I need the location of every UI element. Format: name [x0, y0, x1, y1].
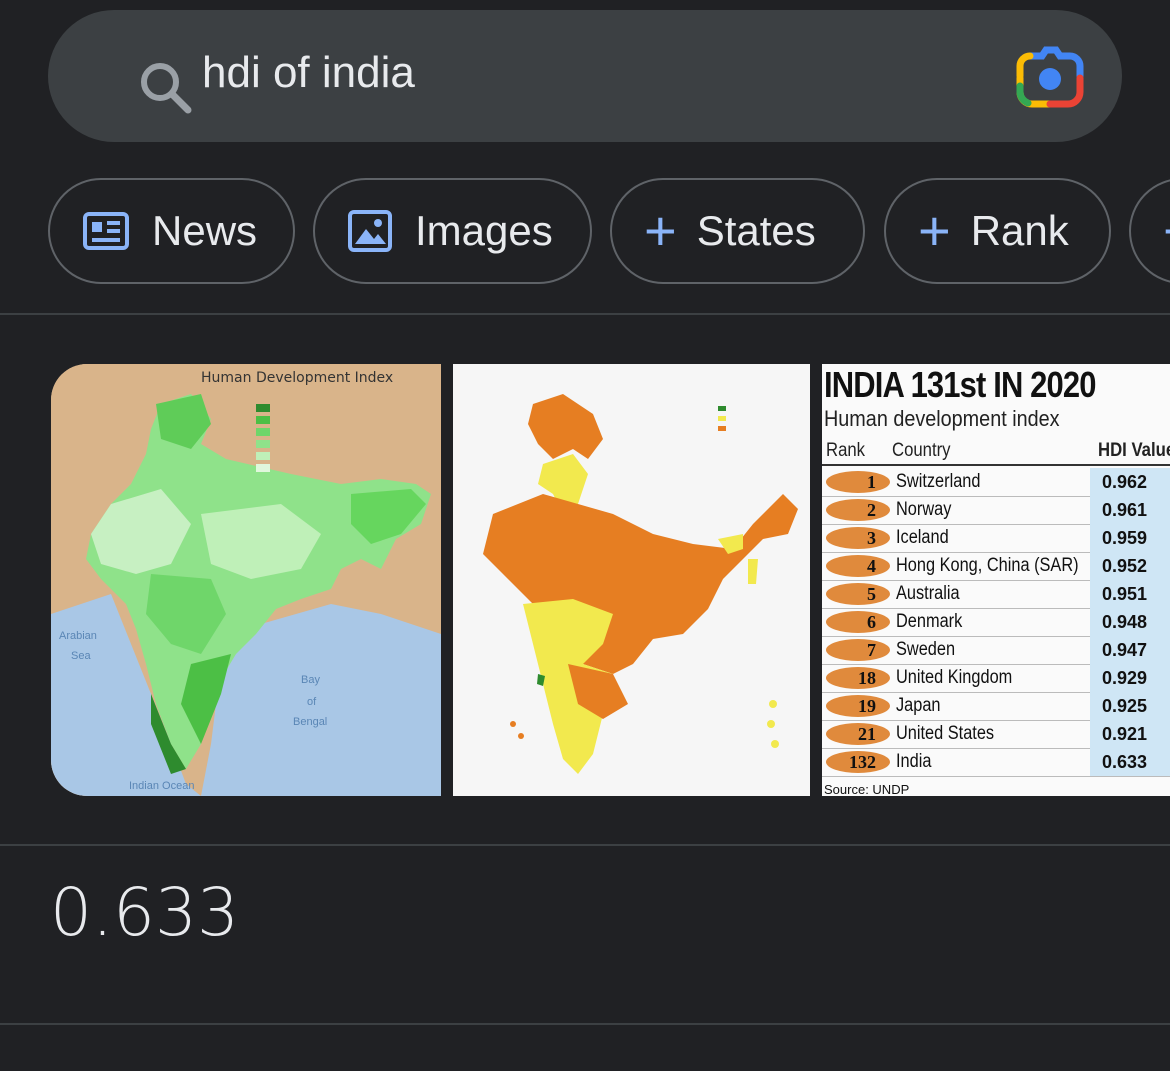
table-rank-badge: 21: [826, 723, 890, 745]
chip-states[interactable]: + States: [610, 178, 865, 284]
search-input[interactable]: hdi of india: [202, 48, 415, 98]
table-country: Sweden: [896, 639, 956, 660]
table-header-rank: Rank: [826, 440, 866, 461]
table-hdi-value: 0.925: [1090, 692, 1170, 720]
chip-more[interactable]: +: [1129, 178, 1170, 284]
table-rank-badge: 19: [826, 695, 890, 717]
table-row: 4 Hong Kong, China (SAR) 0.952: [822, 552, 1170, 581]
divider: [0, 313, 1170, 315]
table-row: 3 Iceland 0.959: [822, 524, 1170, 553]
search-icon[interactable]: [136, 60, 196, 116]
table-rank-badge: 2: [826, 499, 890, 521]
table-header-rule: [822, 464, 1170, 466]
table-hdi-value: 0.962: [1090, 468, 1170, 496]
google-lens-icon[interactable]: [1016, 46, 1084, 108]
table-image-title: INDIA 131st IN 2020: [824, 364, 1096, 405]
hdi-map-orange-image: [453, 364, 810, 796]
plus-icon: +: [918, 199, 951, 262]
table-rank-badge: 132: [826, 751, 890, 773]
table-hdi-value: 0.947: [1090, 636, 1170, 664]
image-result-hdi-map[interactable]: Human Development Index Arabian Sea Bay …: [51, 364, 441, 796]
sea-label-sea: Sea: [71, 650, 91, 662]
table-hdi-value: 0.952: [1090, 552, 1170, 580]
sea-label-indian-ocean: Indian Ocean: [129, 780, 195, 792]
table-country: India: [896, 751, 932, 772]
table-country: Switzerland: [896, 471, 981, 492]
table-row: 18 United Kingdom 0.929: [822, 664, 1170, 693]
table-hdi-value: 0.951: [1090, 580, 1170, 608]
table-rank-badge: 6: [826, 611, 890, 633]
table-image-subtitle: Human development index: [824, 406, 1060, 431]
sea-label-arabian: Arabian: [59, 630, 97, 642]
sea-label-of: of: [307, 696, 317, 708]
image-result-hdi-table[interactable]: INDIA 131st IN 2020 Human development in…: [822, 364, 1170, 796]
table-row: 2 Norway 0.961: [822, 496, 1170, 525]
table-country: United Kingdom: [896, 667, 1013, 688]
plus-icon: +: [644, 199, 677, 262]
chip-rank-label: Rank: [970, 207, 1069, 254]
hdi-map-title: Human Development Index: [201, 370, 394, 386]
table-country: Norway: [896, 499, 952, 520]
image-icon: [348, 210, 392, 252]
table-hdi-value: 0.961: [1090, 496, 1170, 524]
table-hdi-value: 0.959: [1090, 524, 1170, 552]
table-rank-badge: 18: [826, 667, 890, 689]
chip-images[interactable]: Images: [313, 178, 592, 284]
chip-news[interactable]: News: [48, 178, 295, 284]
table-country: Japan: [896, 695, 941, 716]
table-row: 5 Australia 0.951: [822, 580, 1170, 609]
table-hdi-value: 0.633: [1090, 748, 1170, 776]
table-header-country: Country: [892, 440, 951, 461]
sea-label-bengal: Bengal: [293, 716, 328, 728]
table-row: 6 Denmark 0.948: [822, 608, 1170, 637]
table-rank-badge: 4: [826, 555, 890, 577]
sea-label-bay: Bay: [301, 674, 320, 686]
table-hdi-value: 0.948: [1090, 608, 1170, 636]
divider: [0, 844, 1170, 846]
table-country: Hong Kong, China (SAR): [896, 555, 1079, 576]
image-result-hdi-map-orange[interactable]: [453, 364, 810, 796]
chip-states-label: States: [696, 207, 816, 254]
plus-icon: +: [1163, 203, 1170, 259]
table-row: 7 Sweden 0.947: [822, 636, 1170, 665]
chip-images-label: Images: [415, 207, 553, 254]
news-icon: [83, 212, 129, 250]
table-country: Australia: [896, 583, 960, 604]
table-row: 1 Switzerland 0.962: [822, 468, 1170, 497]
table-hdi-value: 0.921: [1090, 720, 1170, 748]
filter-chips: News Images + States + Rank +: [0, 178, 1170, 288]
table-rank-badge: 5: [826, 583, 890, 605]
answer-value: 0.633: [50, 874, 239, 951]
divider: [0, 1023, 1170, 1025]
chip-news-label: News: [152, 207, 258, 254]
table-hdi-value: 0.929: [1090, 664, 1170, 692]
table-row: 19 Japan 0.925: [822, 692, 1170, 721]
chip-rank[interactable]: + Rank: [884, 178, 1111, 284]
table-rank-badge: 3: [826, 527, 890, 549]
table-country: Denmark: [896, 611, 963, 632]
table-country: United States: [896, 723, 995, 744]
table-header-hdi: HDI Value: [1098, 440, 1170, 461]
table-row: 21 United States 0.921: [822, 720, 1170, 749]
table-rank-badge: 7: [826, 639, 890, 661]
table-country: Iceland: [896, 527, 949, 548]
table-row: 132 India 0.633: [822, 748, 1170, 777]
table-source: Source: UNDP: [824, 782, 910, 796]
table-rank-badge: 1: [826, 471, 890, 493]
hdi-map-green-image: [51, 364, 441, 796]
